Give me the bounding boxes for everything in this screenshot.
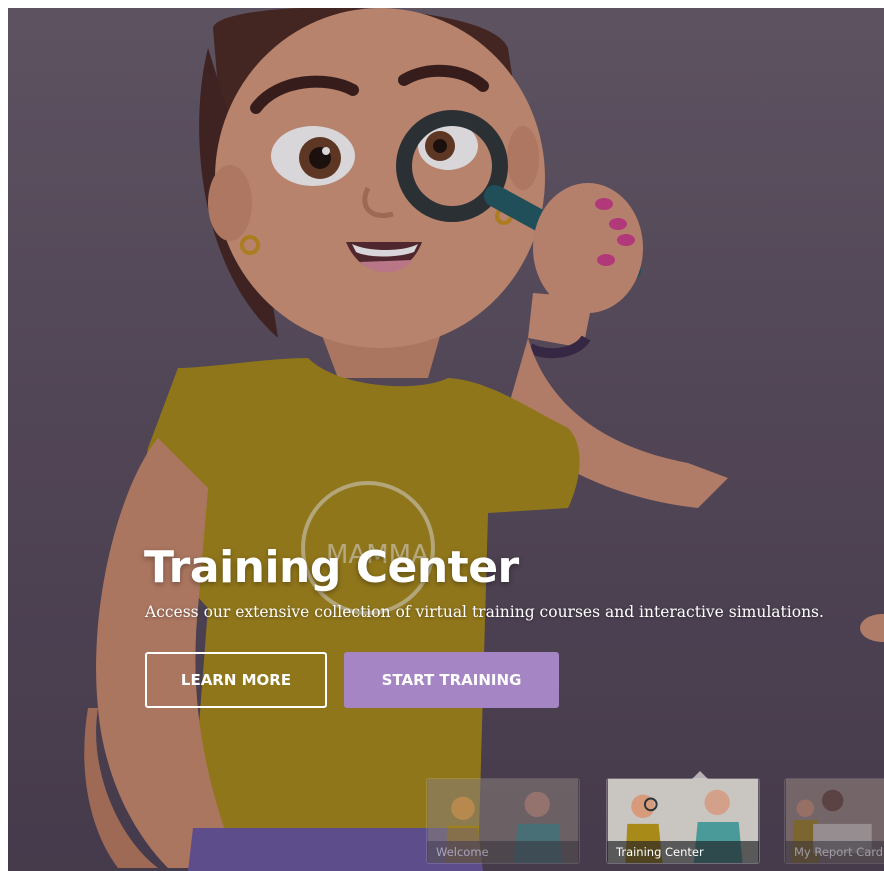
slide-thumbnails: Welcome Training Center My Report Card xyxy=(426,771,884,868)
thumbnail-training-center[interactable]: Training Center xyxy=(606,778,760,864)
start-training-button[interactable]: START TRAINING xyxy=(344,652,559,708)
thumbnail-label: My Report Card xyxy=(785,841,884,863)
thumbnail-label: Training Center xyxy=(607,841,759,863)
hero-subtitle: Access our extensive collection of virtu… xyxy=(145,603,824,621)
hero-overlay xyxy=(8,8,884,871)
hero-banner: MAMMA Training Center Access our extensi… xyxy=(8,8,884,871)
thumbnail-welcome[interactable]: Welcome xyxy=(426,778,580,864)
thumbnail-my-report-card[interactable]: My Report Card xyxy=(784,778,884,864)
thumbnail-label: Welcome xyxy=(427,841,579,863)
page-title: Training Center xyxy=(144,542,519,593)
learn-more-button[interactable]: LEARN MORE xyxy=(145,652,327,708)
